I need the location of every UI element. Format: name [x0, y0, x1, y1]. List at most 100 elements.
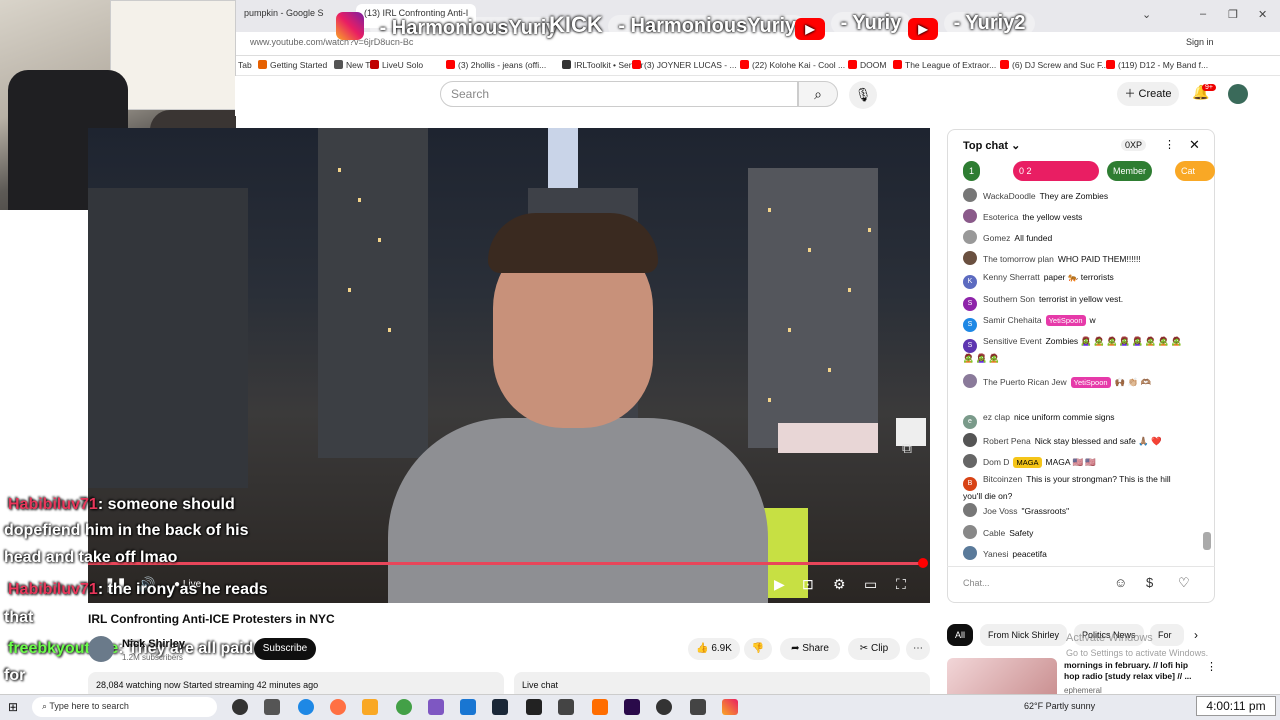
app-icon[interactable]: [690, 699, 706, 715]
chat-message[interactable]: Cable Safety: [963, 525, 1189, 539]
chat-author[interactable]: Joe Voss: [983, 506, 1018, 516]
chat-avatar[interactable]: K: [963, 275, 977, 289]
like-button[interactable]: 👍 6.9K: [688, 638, 740, 660]
edge-icon[interactable]: [298, 699, 314, 715]
chat-author[interactable]: The Puerto Rican Jew: [983, 377, 1067, 387]
chat-avatar[interactable]: [963, 251, 977, 265]
chat-input[interactable]: Chat...: [963, 572, 1108, 594]
progress-scrubber[interactable]: [918, 558, 928, 568]
chat-chip[interactable]: Cat: [1175, 161, 1215, 181]
obs-icon[interactable]: [656, 699, 672, 715]
chat-author[interactable]: Sensitive Event: [983, 336, 1042, 346]
chat-chip[interactable]: Member: [1107, 161, 1153, 181]
chat-avatar[interactable]: [963, 374, 977, 388]
bookmark-item[interactable]: The League of Extraor...: [893, 60, 996, 70]
steam-icon[interactable]: [492, 699, 508, 715]
epic-games-icon[interactable]: [526, 699, 542, 715]
chat-message[interactable]: Yanesi peacetifa: [963, 546, 1189, 560]
chat-avatar[interactable]: [963, 433, 977, 447]
app-icon[interactable]: [558, 699, 574, 715]
chat-author[interactable]: Kenny Sherratt: [983, 272, 1040, 282]
chat-scrollbar[interactable]: [1203, 190, 1211, 560]
fullscreen-icon[interactable]: ⛶: [896, 576, 906, 593]
minimize-icon[interactable]: –: [1200, 8, 1206, 20]
close-window-icon[interactable]: ✕: [1258, 8, 1267, 21]
chat-message[interactable]: Joe Voss "Grassroots": [963, 503, 1189, 517]
chat-author[interactable]: Robert Pena: [983, 436, 1031, 446]
chat-avatar[interactable]: [963, 188, 977, 202]
chat-message[interactable]: Gomez All funded: [963, 230, 1189, 244]
bookmark-item[interactable]: DOOM: [848, 60, 886, 70]
dislike-button[interactable]: 👎: [744, 638, 772, 660]
rec-tab-from-channel[interactable]: From Nick Shirley: [980, 624, 1068, 646]
heart-icon[interactable]: ♡: [1178, 575, 1190, 591]
rec-tab-all[interactable]: All: [947, 624, 974, 646]
emoji-icon[interactable]: ☺: [1114, 575, 1127, 590]
autoplay-toggle-icon[interactable]: ▶: [774, 576, 785, 593]
chat-avatar[interactable]: [963, 209, 977, 223]
chat-author[interactable]: Southern Son: [983, 294, 1035, 304]
miniplayer-icon[interactable]: ⧉: [902, 440, 912, 457]
bookmark-item[interactable]: Tab: [238, 60, 252, 70]
chat-message[interactable]: The Puerto Rican Jew YetiSpoon 🙌🏾 👏🏼 🫶🏽: [963, 374, 1189, 388]
tab-pumpkin[interactable]: pumpkin - Google S: [236, 4, 332, 28]
rec-tab-for[interactable]: For: [1150, 624, 1184, 646]
chat-avatar[interactable]: e: [963, 415, 977, 429]
video-progress-bar[interactable]: [88, 562, 922, 565]
taskbar-search-input[interactable]: ⌕ Type here to search: [32, 697, 217, 717]
create-button[interactable]: ＋ Create: [1117, 82, 1179, 106]
taskbar-clock[interactable]: 4:00:11 pm: [1196, 696, 1276, 716]
chat-author[interactable]: Yanesi: [983, 549, 1008, 559]
captions-icon[interactable]: ⊡: [802, 576, 814, 593]
bookmark-item[interactable]: (22) Kolohe Kai - Cool ...: [740, 60, 845, 70]
cortana-icon[interactable]: [232, 699, 248, 715]
chat-author[interactable]: Bitcoinzen: [983, 474, 1022, 484]
chat-author[interactable]: Gomez: [983, 233, 1010, 243]
search-icon[interactable]: ⌕: [798, 81, 838, 107]
file-explorer-icon[interactable]: [362, 699, 378, 715]
chat-author[interactable]: The tomorrow plan: [983, 254, 1054, 264]
weather-widget[interactable]: 62°F Partly sunny: [1024, 701, 1095, 711]
super-chat-icon[interactable]: $: [1146, 575, 1153, 590]
bookmark-item[interactable]: (3) JOYNER LUCAS - ...: [632, 60, 737, 70]
chat-message[interactable]: Esoterica the yellow vests: [963, 209, 1189, 223]
maximize-icon[interactable]: ❐: [1228, 8, 1238, 21]
chat-chip[interactable]: 1: [963, 161, 981, 181]
chat-avatar[interactable]: S: [963, 318, 977, 332]
chat-message[interactable]: S Sensitive Event Zombies 🧟‍♀️ 🧟 🧟 🧟‍♀️ 🧟‍…: [963, 336, 1189, 364]
chat-author[interactable]: Samir Chehaita: [983, 315, 1042, 325]
sign-in-button[interactable]: Sign in: [1186, 37, 1214, 47]
bookmark-item[interactable]: Getting Started: [258, 60, 327, 70]
chat-author[interactable]: ez clap: [983, 412, 1010, 422]
app-icon[interactable]: [460, 699, 476, 715]
bookmark-item[interactable]: LiveU Solo: [370, 60, 423, 70]
chat-message[interactable]: K Kenny Sherratt paper 🐅 terrorists: [963, 272, 1189, 289]
chat-message[interactable]: WackaDoodle They are Zombies: [963, 188, 1189, 202]
chat-menu-icon[interactable]: ⋮: [1164, 138, 1175, 151]
app-icon[interactable]: [592, 699, 608, 715]
xp-badge[interactable]: 0XP: [1121, 139, 1147, 151]
close-icon[interactable]: ✕: [1189, 137, 1200, 153]
premiere-icon[interactable]: [624, 699, 640, 715]
chat-avatar[interactable]: [963, 230, 977, 244]
app-icon[interactable]: [722, 699, 738, 715]
chat-message[interactable]: S Samir Chehaita YetiSpoon w: [963, 315, 1189, 332]
microphone-icon[interactable]: 🎙: [849, 81, 877, 109]
chat-message[interactable]: The tomorrow plan WHO PAID THEM!!!!!!: [963, 251, 1189, 265]
chat-message[interactable]: Robert Pena Nick stay blessed and safe 🙏🏽…: [963, 433, 1189, 447]
theater-mode-icon[interactable]: ▭: [864, 576, 877, 593]
chat-avatar[interactable]: S: [963, 297, 977, 311]
clip-button[interactable]: ✂ Clip: [848, 638, 900, 660]
chevron-right-icon[interactable]: ›: [1194, 628, 1198, 642]
chat-message[interactable]: B Bitcoinzen This is your strongman? This …: [963, 474, 1189, 502]
rec-menu-icon[interactable]: ⋮: [1206, 660, 1217, 673]
chat-avatar[interactable]: [963, 546, 977, 560]
chat-message[interactable]: e ez clap nice uniform commie signs: [963, 412, 1189, 429]
chat-author[interactable]: Dom D: [983, 457, 1009, 467]
chat-author[interactable]: WackaDoodle: [983, 191, 1036, 201]
chat-author[interactable]: Esoterica: [983, 212, 1018, 222]
chat-chip[interactable]: 0 2: [1013, 161, 1099, 181]
windows-start-icon[interactable]: ⊞: [8, 700, 18, 714]
chat-avatar[interactable]: [963, 454, 977, 468]
subscribe-button[interactable]: Subscribe: [254, 638, 316, 660]
